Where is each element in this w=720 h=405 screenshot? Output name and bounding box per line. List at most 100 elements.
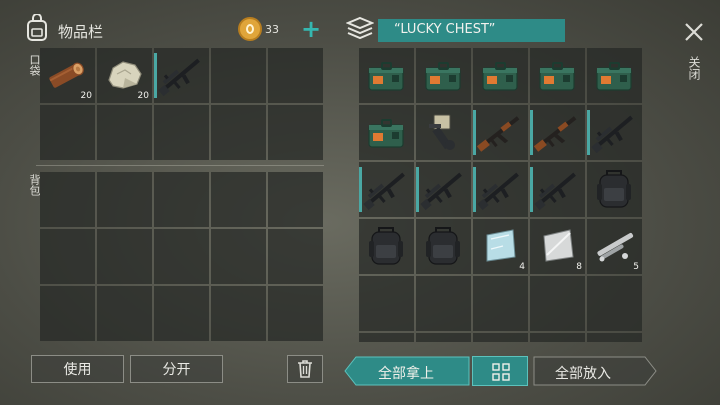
chest-slot[interactable] xyxy=(530,333,585,342)
backpack-slot[interactable] xyxy=(154,229,209,284)
chest-slot[interactable] xyxy=(416,333,471,342)
chest-slot[interactable]: 5 xyxy=(587,219,642,274)
backpack-slot[interactable] xyxy=(97,229,152,284)
trash-button[interactable] xyxy=(287,355,323,383)
backpack-slot[interactable] xyxy=(97,286,152,341)
backpack-slot[interactable] xyxy=(268,229,323,284)
take-all-button[interactable]: 全部拿上 xyxy=(344,356,470,386)
chest-slot[interactable] xyxy=(587,333,642,342)
chest-slot[interactable] xyxy=(416,105,471,160)
chest-slot[interactable]: 8 xyxy=(530,219,585,274)
backpack-slot[interactable] xyxy=(268,172,323,227)
coin-icon xyxy=(238,17,262,41)
ammo-box-icon xyxy=(596,62,632,91)
backpack-slot[interactable] xyxy=(211,172,266,227)
use-button[interactable]: 使用 xyxy=(31,355,124,383)
ak-rifle-icon xyxy=(533,116,577,152)
add-coins-button[interactable]: + xyxy=(300,16,322,42)
ak-rifle-icon xyxy=(476,116,520,152)
pocket-slot[interactable]: 20 xyxy=(40,48,95,103)
backpack-slot[interactable] xyxy=(211,229,266,284)
backpack-slot[interactable] xyxy=(154,172,209,227)
backpack-slot[interactable] xyxy=(97,172,152,227)
chest-slot[interactable] xyxy=(416,219,471,274)
ammo-box-icon xyxy=(425,62,461,91)
trash-icon xyxy=(298,360,312,378)
coin-count: 33 xyxy=(265,23,279,36)
assault-rifle-icon xyxy=(477,172,519,211)
chest-slot[interactable] xyxy=(530,105,585,160)
assault-rifle-icon xyxy=(158,58,200,97)
backpack-icon xyxy=(597,170,631,208)
item-quantity: 20 xyxy=(80,91,92,101)
pocket-slot[interactable]: 20 xyxy=(97,48,152,103)
chest-slot[interactable] xyxy=(473,333,528,342)
section-divider xyxy=(36,165,324,166)
item-quantity: 4 xyxy=(519,262,525,272)
assault-rifle-icon xyxy=(420,172,462,211)
chest-slot[interactable] xyxy=(587,162,642,217)
backpack-slot[interactable] xyxy=(40,286,95,341)
chest-slot[interactable] xyxy=(359,333,414,342)
inventory-title: 物品栏 xyxy=(58,23,104,41)
item-quantity: 5 xyxy=(633,262,639,272)
ammo-box-icon xyxy=(368,119,404,148)
put-all-button[interactable]: 全部放入 xyxy=(533,356,657,386)
chest-slot[interactable] xyxy=(587,48,642,103)
chest-icon xyxy=(345,15,375,43)
grid-sort-icon xyxy=(492,363,510,381)
chest-slot[interactable] xyxy=(530,162,585,217)
ammo-box-icon xyxy=(368,62,404,91)
chest-title-bar: “LUCKY CHEST” xyxy=(378,19,565,42)
chest-slot[interactable] xyxy=(530,276,585,331)
pocket-slot[interactable] xyxy=(211,48,266,103)
chest-slot[interactable] xyxy=(587,105,642,160)
assault-rifle-icon xyxy=(534,172,576,211)
scope-launcher-icon xyxy=(429,114,455,150)
chest-slot[interactable] xyxy=(416,276,471,331)
chest-slot[interactable] xyxy=(473,162,528,217)
item-quantity: 20 xyxy=(137,91,149,101)
close-icon xyxy=(685,23,703,41)
backpack-slot[interactable] xyxy=(40,172,95,227)
pocket-slot[interactable] xyxy=(154,105,209,160)
backpack-slot[interactable] xyxy=(268,286,323,341)
split-button[interactable]: 分开 xyxy=(130,355,223,383)
pocket-slot[interactable] xyxy=(268,48,323,103)
take-all-label: 全部拿上 xyxy=(378,366,434,382)
pocket-slot[interactable] xyxy=(211,105,266,160)
item-quantity: 8 xyxy=(576,262,582,272)
assault-rifle-icon xyxy=(363,172,405,211)
close-label: 关闭 xyxy=(687,56,701,80)
pocket-slot[interactable] xyxy=(268,105,323,160)
chest-slot[interactable] xyxy=(416,48,471,103)
chest-slot[interactable] xyxy=(473,105,528,160)
put-all-label: 全部放入 xyxy=(555,366,611,382)
chest-slot[interactable] xyxy=(530,48,585,103)
backpack-slot[interactable] xyxy=(40,229,95,284)
chest-slot[interactable] xyxy=(416,162,471,217)
pocket-slot[interactable] xyxy=(40,105,95,160)
chest-slot[interactable]: 4 xyxy=(473,219,528,274)
chest-slot[interactable] xyxy=(359,162,414,217)
backpack-slot[interactable] xyxy=(211,286,266,341)
chest-slot[interactable] xyxy=(473,276,528,331)
pocket-slot[interactable] xyxy=(97,105,152,160)
chest-slot[interactable] xyxy=(359,48,414,103)
backpack-icon xyxy=(24,13,50,42)
chest-slot[interactable] xyxy=(359,105,414,160)
chest-slot[interactable] xyxy=(587,276,642,331)
chest-slot[interactable] xyxy=(359,276,414,331)
assault-rifle-icon xyxy=(591,115,633,154)
backpack-icon xyxy=(369,227,403,265)
backpack-icon xyxy=(426,227,460,265)
ammo-box-icon xyxy=(539,62,575,91)
chest-title: “LUCKY CHEST” xyxy=(394,22,496,37)
chest-slot[interactable] xyxy=(359,219,414,274)
close-button[interactable]: 关闭 xyxy=(680,18,708,90)
sort-button[interactable] xyxy=(472,356,528,386)
chest-slot[interactable] xyxy=(473,48,528,103)
backpack-slot[interactable] xyxy=(154,286,209,341)
pocket-slot[interactable] xyxy=(154,48,209,103)
ammo-box-icon xyxy=(482,62,518,91)
